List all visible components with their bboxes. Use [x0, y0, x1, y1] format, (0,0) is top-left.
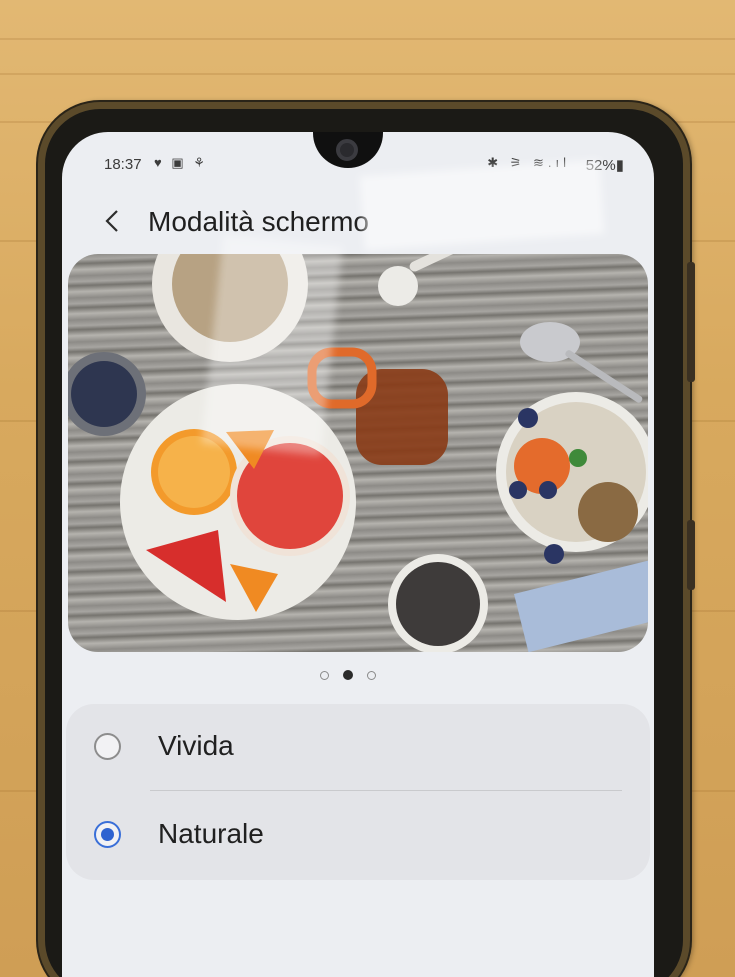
option-naturale[interactable]: Naturale: [66, 792, 650, 876]
app-header: Modalità schermo: [62, 196, 654, 246]
option-vivida[interactable]: Vivida: [66, 704, 650, 791]
option-divider: [150, 790, 622, 791]
page-indicator: [306, 668, 390, 682]
battery-indicator: 52%▮: [585, 157, 624, 174]
page-title: Modalità schermo: [148, 206, 369, 237]
screen-mode-options: Vivida Naturale: [66, 704, 650, 880]
volume-key: [687, 262, 695, 382]
vivida-radio[interactable]: [94, 733, 121, 760]
notification-icons: ♥ ▣ ⚘: [154, 155, 208, 170]
phone-screen: 18:37 ♥ ▣ ⚘ ✱ ⚞ ≋.ıl 52%▮ Modalità scher…: [62, 132, 654, 977]
connectivity-icons: ✱ ⚞ ≋.ıl: [487, 155, 570, 170]
option-label-vivida: Vivida: [158, 730, 234, 761]
preview-image: [68, 254, 648, 652]
status-time: 18:37: [104, 156, 142, 173]
option-label-naturale: Naturale: [158, 818, 264, 849]
page-dot-1[interactable]: [320, 671, 329, 680]
naturale-radio[interactable]: [94, 821, 121, 848]
page-dot-3[interactable]: [367, 671, 376, 680]
power-key: [687, 520, 695, 590]
status-bar: 18:37 ♥ ▣ ⚘ ✱ ⚞ ≋.ıl 52%▮: [62, 154, 654, 178]
back-icon[interactable]: [98, 204, 128, 238]
page-dot-2[interactable]: [343, 670, 353, 680]
